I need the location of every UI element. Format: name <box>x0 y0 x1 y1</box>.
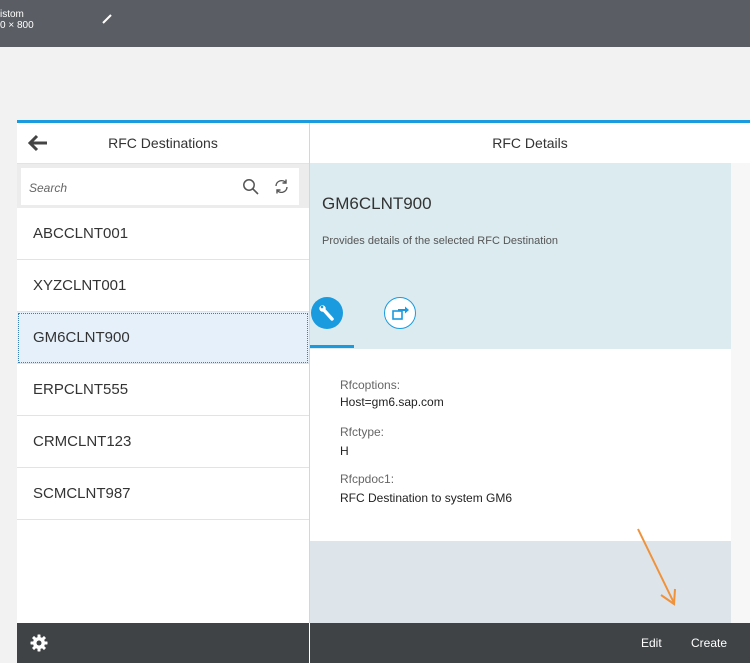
rfcpdoc1-value: RFC Destination to system GM6 <box>340 491 513 505</box>
create-button[interactable]: Create <box>691 636 727 650</box>
list-item[interactable]: SCMCLNT987 <box>17 468 309 520</box>
list-item[interactable]: XYZCLNT001 <box>17 260 309 312</box>
refresh-icon[interactable] <box>273 178 290 195</box>
gear-icon[interactable] <box>30 634 48 652</box>
object-header: GM6CLNT900 Provides details of the selec… <box>310 163 731 349</box>
device-toolbar: istom 0 × 800 <box>0 0 750 47</box>
tab-navigation[interactable] <box>384 297 416 329</box>
selected-tab-indicator <box>310 345 354 348</box>
device-name: istom <box>0 9 24 20</box>
list-item-label: CRMCLNT123 <box>33 433 132 450</box>
search-bar <box>17 164 309 208</box>
master-pane: RFC Destinations ABCCLNT001 XYZCLNT001 <box>17 123 310 623</box>
detail-footer: Edit Create <box>310 623 750 663</box>
detail-pane: RFC Details GM6CLNT900 Provides details … <box>310 123 750 623</box>
tab-technical-settings[interactable] <box>311 297 343 329</box>
master-header: RFC Destinations <box>17 123 309 164</box>
rfcoptions-label: Rfcoptions: <box>340 378 401 392</box>
object-title: GM6CLNT900 <box>322 194 432 213</box>
search-icon[interactable] <box>242 178 259 195</box>
share-arrow-icon <box>392 306 409 320</box>
annotation-arrow-icon <box>637 528 676 606</box>
master-footer <box>17 623 309 663</box>
rfcoptions-value: Host=gm6.sap.com <box>340 395 444 409</box>
list-item-label: GM6CLNT900 <box>33 329 130 346</box>
list-item[interactable]: CRMCLNT123 <box>17 416 309 468</box>
detail-scrollbar[interactable] <box>731 163 750 623</box>
detail-header: RFC Details <box>310 123 750 164</box>
list-item-label: SCMCLNT987 <box>33 485 131 502</box>
detail-title: RFC Details <box>492 135 568 151</box>
rfc-destination-list: ABCCLNT001 XYZCLNT001 GM6CLNT900 ERPCLNT… <box>17 208 309 520</box>
object-subtitle: Provides details of the selected RFC Des… <box>322 235 559 247</box>
wrench-icon <box>319 305 334 321</box>
list-item-label: ABCCLNT001 <box>33 225 129 242</box>
rfcpdoc1-label: Rfcpdoc1: <box>340 472 395 486</box>
list-item-selected[interactable]: GM6CLNT900 <box>17 312 309 364</box>
rfctype-value: H <box>340 444 349 458</box>
list-item-label: ERPCLNT555 <box>33 381 129 398</box>
device-size-label: istom 0 × 800 <box>0 9 34 31</box>
search-input[interactable] <box>27 168 231 207</box>
list-item[interactable]: ABCCLNT001 <box>17 208 309 260</box>
pencil-icon[interactable] <box>102 14 112 24</box>
rfc-details-form: Rfcoptions: Host=gm6.sap.com Rfctype: H … <box>310 350 731 541</box>
device-resolution: 0 × 800 <box>0 20 34 31</box>
edit-button[interactable]: Edit <box>641 636 662 650</box>
master-title: RFC Destinations <box>108 135 218 151</box>
rfctype-label: Rfctype: <box>340 425 385 439</box>
search-field <box>21 168 299 207</box>
list-item[interactable]: ERPCLNT555 <box>17 364 309 416</box>
list-item-label: XYZCLNT001 <box>33 277 127 294</box>
